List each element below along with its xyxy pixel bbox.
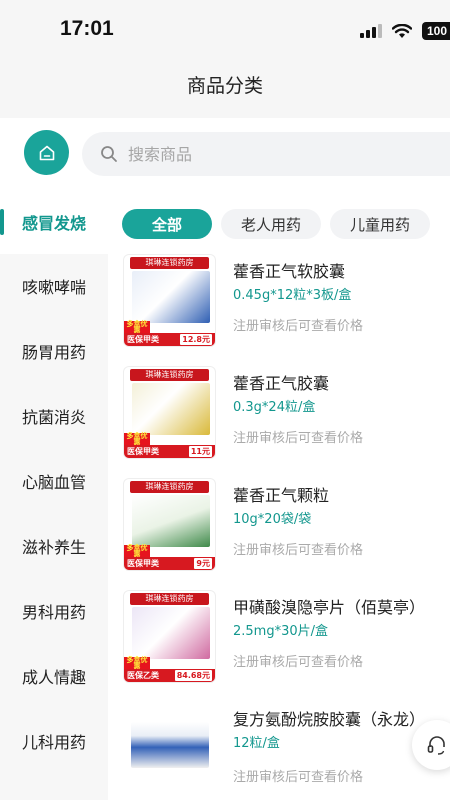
sidebar-item-cold-fever[interactable]: 感冒发烧 bbox=[0, 190, 108, 254]
page-title: 商品分类 bbox=[186, 75, 263, 97]
package-image bbox=[131, 722, 209, 768]
price-tag: 12.8元 bbox=[180, 334, 212, 345]
insurance-type: 医保甲类 bbox=[127, 447, 159, 456]
sidebar-item-cough-asthma[interactable]: 咳嗽哮喘 bbox=[0, 254, 108, 318]
product-spec: 2.5mg*30片/盒 bbox=[233, 624, 329, 639]
price-tag: 11元 bbox=[188, 446, 212, 457]
product-image: 琪琳连锁药房 多盒优惠 医保甲类 9元 bbox=[123, 478, 216, 571]
product-item[interactable]: 琪琳连锁药房 多盒优惠 医保甲类 11元 藿香正气胶囊 0.3g*24粒/盒 注… bbox=[120, 366, 450, 478]
price-notice: 注册审核后可查看价格 bbox=[233, 319, 364, 334]
price-notice: 注册审核后可查看价格 bbox=[233, 655, 364, 670]
battery-indicator: 100 bbox=[421, 22, 450, 40]
price-tag: 9元 bbox=[194, 558, 212, 569]
package-image bbox=[132, 271, 210, 323]
product-name: 藿香正气软胶囊 bbox=[233, 262, 346, 281]
insurance-band: 医保乙类 84.68元 bbox=[124, 669, 215, 682]
product-name: 复方氨酚烷胺胶囊（永龙） bbox=[233, 710, 426, 729]
product-name: 甲磺酸溴隐亭片（佰莫亭） bbox=[233, 598, 426, 617]
product-image: 琪琳连锁药房 多盒优惠 医保乙类 84.68元 bbox=[123, 590, 216, 683]
product-name: 藿香正气胶囊 bbox=[233, 374, 330, 393]
filter-chip-elderly[interactable]: 老人用药 bbox=[221, 209, 322, 239]
product-image: 琪琳连锁药房 多盒优惠 医保甲类 12.8元 bbox=[123, 254, 216, 347]
product-item[interactable]: 琪琳连锁药房 多盒优惠 医保甲类 12.8元 藿香正气软胶囊 0.45g*12粒… bbox=[120, 254, 450, 366]
product-spec: 0.3g*24粒/盒 bbox=[233, 400, 316, 415]
insurance-band: 医保甲类 9元 bbox=[124, 557, 215, 570]
store-label: 琪琳连锁药房 bbox=[130, 369, 209, 381]
package-image bbox=[132, 383, 210, 435]
price-notice: 注册审核后可查看价格 bbox=[233, 770, 364, 785]
product-image: 琪琳连锁药房 多盒优惠 医保甲类 11元 bbox=[123, 366, 216, 459]
signal-icon bbox=[359, 24, 382, 38]
home-button[interactable] bbox=[24, 130, 69, 175]
package-image bbox=[132, 495, 210, 547]
product-item[interactable]: 琪琳连锁药房 多盒优惠 医保甲类 9元 藿香正气颗粒 10g*20袋/袋 注册审… bbox=[120, 478, 450, 590]
insurance-band: 医保甲类 11元 bbox=[124, 445, 215, 458]
search-input[interactable] bbox=[128, 144, 378, 164]
insurance-type: 医保甲类 bbox=[127, 335, 159, 344]
filter-chip-children[interactable]: 儿童用药 bbox=[330, 209, 431, 239]
status-icons: 100 bbox=[359, 22, 450, 40]
search-box[interactable] bbox=[82, 132, 450, 176]
package-image bbox=[132, 607, 210, 659]
product-spec: 12粒/盒 bbox=[233, 736, 280, 751]
price-notice: 注册审核后可查看价格 bbox=[233, 431, 364, 446]
status-time: 17:01 bbox=[60, 17, 114, 40]
product-item[interactable]: 复方氨酚烷胺胶囊（永龙） 12粒/盒 注册审核后可查看价格 bbox=[120, 702, 450, 800]
sidebar-item-nourishing[interactable]: 滋补养生 bbox=[0, 514, 108, 578]
headset-icon bbox=[427, 736, 445, 755]
product-name: 藿香正气颗粒 bbox=[233, 486, 330, 505]
sidebar-item-cardiovascular[interactable]: 心脑血管 bbox=[0, 449, 108, 513]
sidebar-item-adult[interactable]: 成人情趣 bbox=[0, 644, 108, 708]
store-label: 琪琳连锁药房 bbox=[130, 481, 209, 493]
search-icon bbox=[101, 146, 117, 162]
product-spec: 10g*20袋/袋 bbox=[233, 512, 312, 527]
sidebar-item-gastrointestinal[interactable]: 肠胃用药 bbox=[0, 319, 108, 383]
price-notice: 注册审核后可查看价格 bbox=[233, 543, 364, 558]
price-tag: 84.68元 bbox=[174, 670, 212, 681]
home-icon bbox=[39, 145, 54, 160]
status-bar: 17:01 100 bbox=[0, 0, 450, 58]
sidebar-item-pediatric[interactable]: 儿科用药 bbox=[0, 709, 108, 773]
insurance-type: 医保甲类 bbox=[127, 559, 159, 568]
store-label: 琪琳连锁药房 bbox=[130, 593, 209, 605]
filter-chips: 全部 老人用药 儿童用药 bbox=[122, 209, 431, 239]
sidebar-item-mens-health[interactable]: 男科用药 bbox=[0, 579, 108, 643]
store-label: 琪琳连锁药房 bbox=[130, 257, 209, 269]
product-item[interactable]: 琪琳连锁药房 多盒优惠 医保乙类 84.68元 甲磺酸溴隐亭片（佰莫亭） 2.5… bbox=[120, 590, 450, 702]
product-image bbox=[123, 702, 216, 795]
filter-chip-all[interactable]: 全部 bbox=[122, 209, 213, 239]
insurance-type: 医保乙类 bbox=[127, 671, 159, 680]
wifi-icon bbox=[391, 23, 412, 38]
insurance-band: 医保甲类 12.8元 bbox=[124, 333, 215, 346]
category-sidebar: 感冒发烧 咳嗽哮喘 肠胃用药 抗菌消炎 心脑血管 滋补养生 男科用药 成人情趣 … bbox=[0, 190, 108, 800]
sidebar-item-antibacterial[interactable]: 抗菌消炎 bbox=[0, 384, 108, 448]
product-spec: 0.45g*12粒*3板/盒 bbox=[233, 288, 352, 303]
title-bar: 商品分类 bbox=[0, 58, 450, 118]
